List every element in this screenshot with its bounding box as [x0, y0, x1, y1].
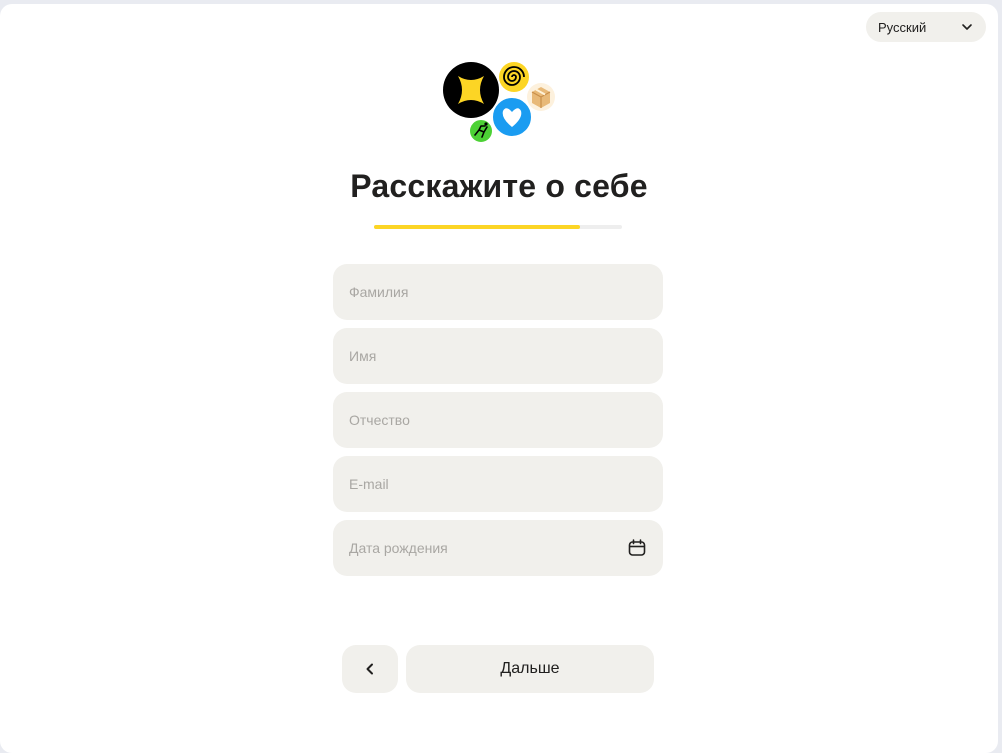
back-button[interactable]	[342, 645, 398, 693]
middle-name-input[interactable]	[349, 412, 647, 428]
language-select[interactable]: Русский	[866, 12, 986, 42]
signup-card: Русский Расскажите о себе Фамилия Имя От…	[0, 4, 998, 753]
next-button[interactable]: Дальше	[406, 645, 654, 693]
page-title: Расскажите о себе	[350, 168, 648, 204]
app-logo	[443, 62, 555, 144]
birth-date-field[interactable]	[333, 520, 663, 576]
runner-icon	[468, 118, 494, 144]
yandex-pro-icon	[443, 62, 499, 118]
last-name-field[interactable]	[333, 264, 663, 320]
spiral-icon	[499, 62, 529, 92]
calendar-icon[interactable]	[627, 538, 647, 558]
first-name-field[interactable]	[333, 328, 663, 384]
middle-name-field[interactable]	[333, 392, 663, 448]
email-input[interactable]	[349, 476, 647, 492]
email-field[interactable]	[333, 456, 663, 512]
birth-date-input[interactable]	[349, 540, 627, 556]
first-name-input[interactable]	[349, 348, 647, 364]
progress-bar-fill	[374, 225, 580, 229]
last-name-input[interactable]	[349, 284, 647, 300]
chevron-left-icon	[366, 663, 373, 675]
progress-bar	[374, 225, 622, 229]
heart-icon	[491, 96, 533, 138]
box-icon	[527, 83, 555, 111]
language-select-value: Русский	[878, 19, 927, 35]
chevron-down-icon	[962, 24, 972, 30]
